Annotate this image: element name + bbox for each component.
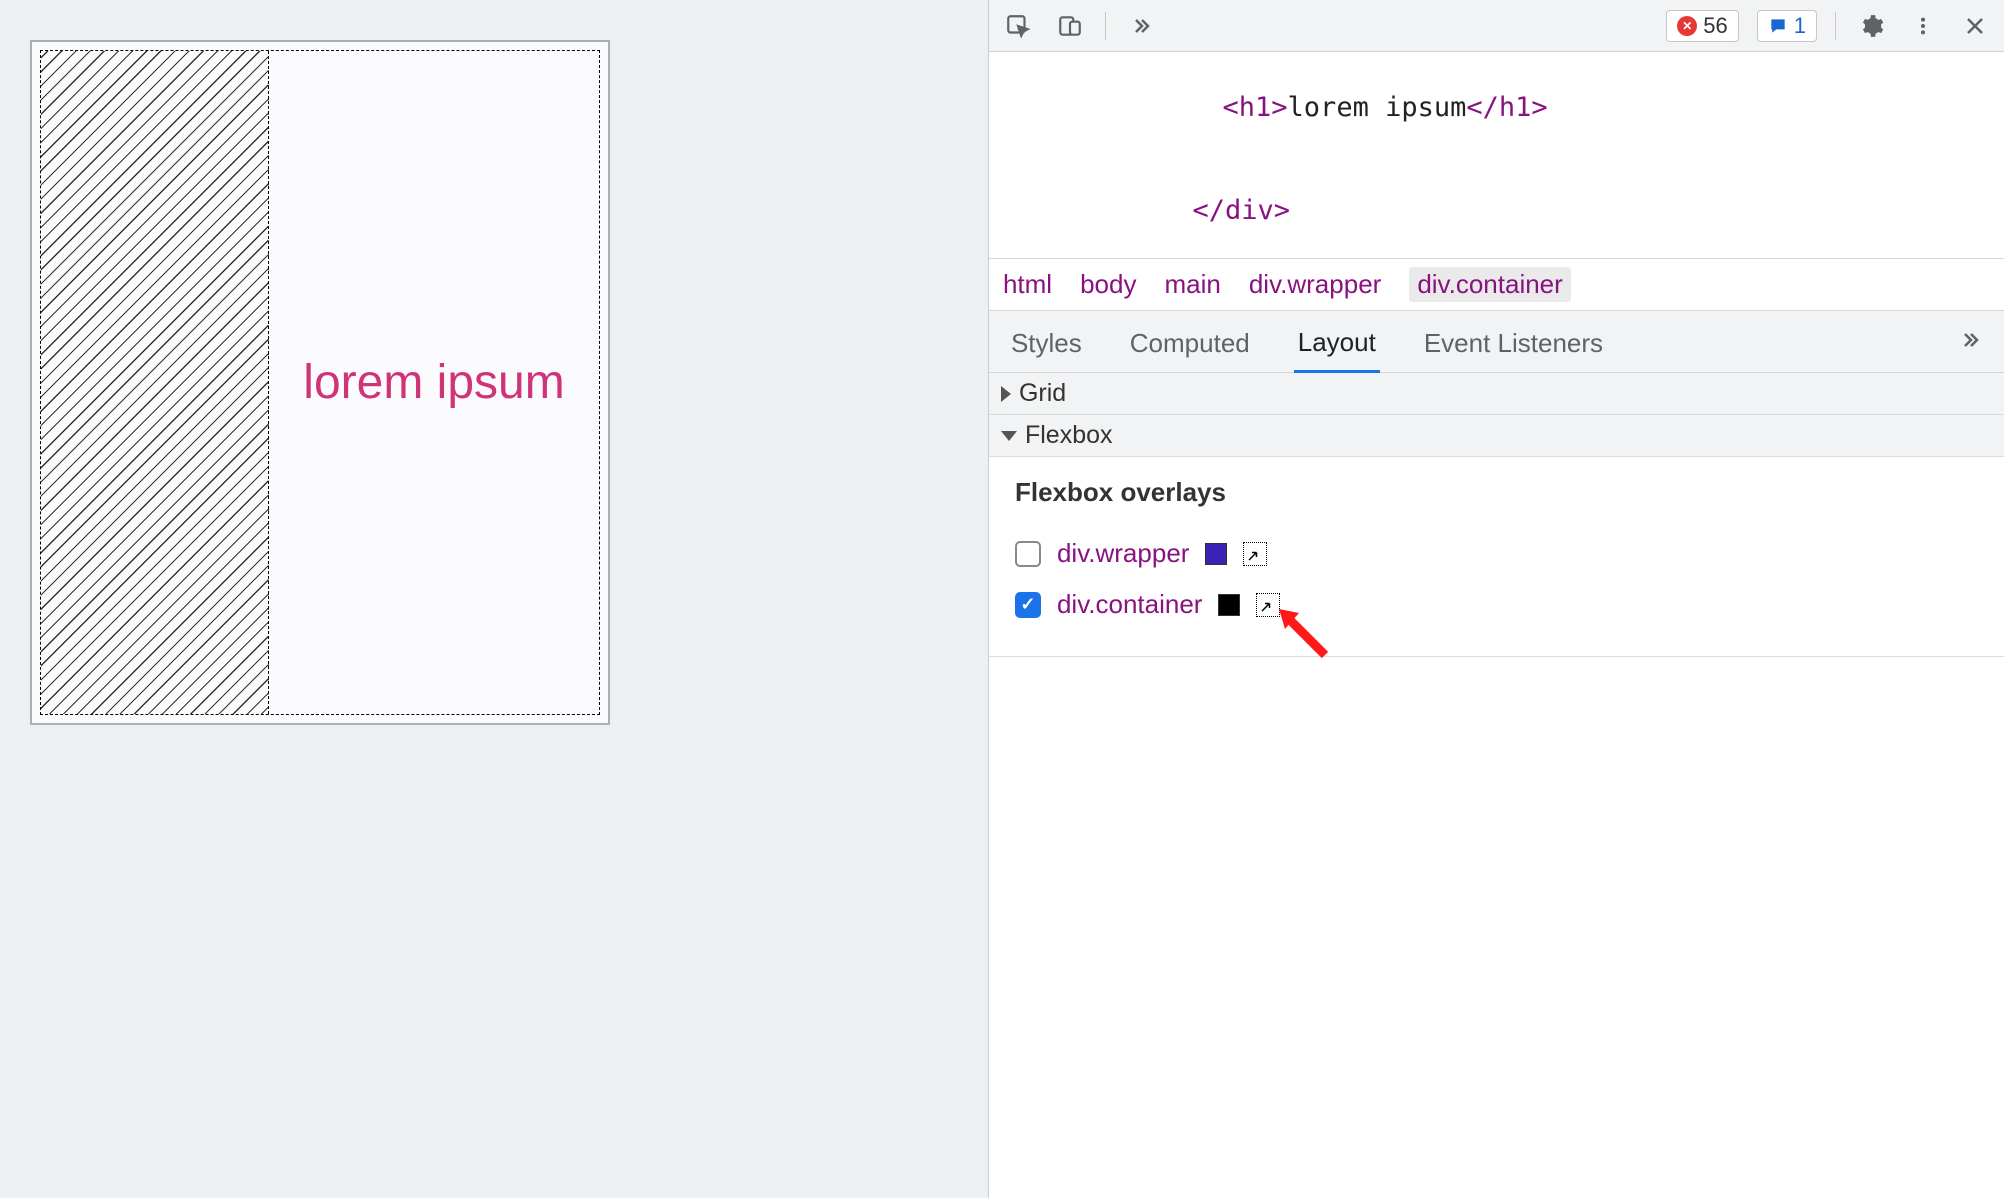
close-icon[interactable]: [1958, 9, 1992, 43]
messages-count: 1: [1794, 13, 1806, 39]
reveal-element-icon[interactable]: [1256, 593, 1280, 617]
toolbar-separator: [1105, 12, 1106, 40]
tab-event-listeners[interactable]: Event Listeners: [1420, 322, 1607, 371]
error-icon: [1677, 16, 1697, 36]
toolbar-separator: [1835, 12, 1836, 40]
tab-computed[interactable]: Computed: [1126, 322, 1254, 371]
breadcrumb-item[interactable]: div.wrapper: [1249, 269, 1381, 300]
settings-icon[interactable]: [1854, 9, 1888, 43]
kebab-menu-icon[interactable]: [1906, 9, 1940, 43]
errors-count: 56: [1703, 13, 1727, 39]
code-line[interactable]: <h1>lorem ipsum</h1>: [989, 56, 2004, 160]
devtools-toolbar: 56 1: [989, 0, 2004, 52]
section-flexbox-body: Flexbox overlays div.wrapper div.contain…: [989, 457, 2004, 657]
chevron-right-icon: [1001, 386, 1011, 402]
elements-dom-tree[interactable]: <h1>lorem ipsum</h1> </div> </div> <styl…: [989, 52, 2004, 258]
preview-heading: lorem ipsum: [303, 355, 564, 410]
preview-pane: lorem ipsum: [0, 0, 988, 1198]
overlay-checkbox[interactable]: [1015, 592, 1041, 618]
tab-styles[interactable]: Styles: [1007, 322, 1086, 371]
flex-gap-overlay: [41, 51, 269, 714]
overlay-element-name[interactable]: div.wrapper: [1057, 538, 1189, 569]
flexbox-overlays-title: Flexbox overlays: [1015, 477, 1978, 508]
overlay-row: div.container: [1015, 579, 1978, 630]
flex-item: lorem ipsum: [269, 51, 599, 714]
chevron-down-icon: [1001, 431, 1017, 441]
section-grid-header[interactable]: Grid: [989, 373, 2004, 415]
breadcrumb-item[interactable]: body: [1080, 269, 1136, 300]
sidebar-tabs: Styles Computed Layout Event Listeners: [989, 311, 2004, 373]
breadcrumb-item[interactable]: html: [1003, 269, 1052, 300]
reveal-element-icon[interactable]: [1243, 542, 1267, 566]
message-icon: [1768, 16, 1788, 36]
annotation-arrow: [1275, 605, 1345, 665]
errors-badge[interactable]: 56: [1666, 10, 1738, 42]
section-flexbox-label: Flexbox: [1025, 421, 1113, 450]
devtools-panel: 56 1 <h1>lorem ipsum</h1>: [988, 0, 2004, 1198]
code-line[interactable]: </div>: [989, 160, 2004, 258]
breadcrumb: html body main div.wrapper div.container: [989, 258, 2004, 311]
overlay-row: div.wrapper: [1015, 528, 1978, 579]
breadcrumb-item-selected[interactable]: div.container: [1409, 267, 1571, 302]
messages-badge[interactable]: 1: [1757, 10, 1817, 42]
preview-wrapper: lorem ipsum: [30, 40, 610, 725]
overlay-color-swatch[interactable]: [1218, 594, 1240, 616]
overlay-checkbox[interactable]: [1015, 541, 1041, 567]
device-toggle-icon[interactable]: [1053, 9, 1087, 43]
more-tabs-icon[interactable]: [1124, 9, 1158, 43]
more-tabs-icon[interactable]: [1954, 322, 1986, 371]
tab-layout[interactable]: Layout: [1294, 321, 1380, 373]
overlay-element-name[interactable]: div.container: [1057, 589, 1203, 620]
section-flexbox-header[interactable]: Flexbox: [989, 415, 2004, 457]
preview-flex-container: lorem ipsum: [40, 50, 600, 715]
section-grid-label: Grid: [1019, 379, 1066, 408]
overlay-color-swatch[interactable]: [1205, 543, 1227, 565]
breadcrumb-item[interactable]: main: [1164, 269, 1220, 300]
inspect-icon[interactable]: [1001, 9, 1035, 43]
